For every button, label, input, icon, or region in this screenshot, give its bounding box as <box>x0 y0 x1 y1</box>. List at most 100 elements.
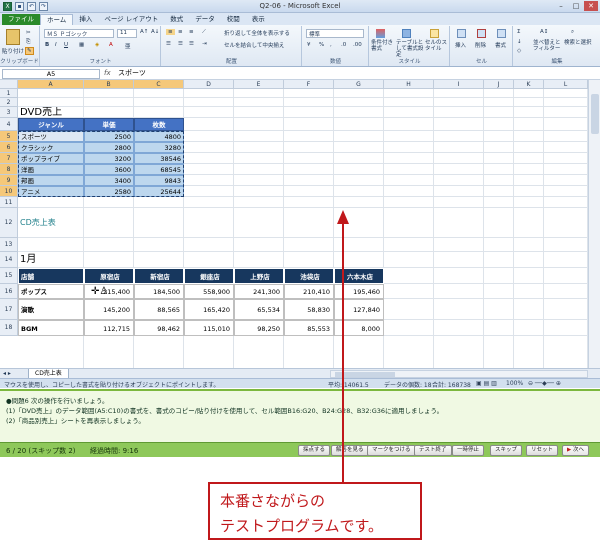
font-color-icon[interactable]: A <box>109 42 113 48</box>
table-format-icon[interactable] <box>402 29 411 38</box>
sort-filter-button[interactable]: 並べ替えとフィルター <box>533 40 561 52</box>
cut-icon[interactable]: ✂ <box>26 30 31 36</box>
align-bottom-icon[interactable]: ≡ <box>189 29 194 35</box>
column-header-c[interactable]: C <box>134 80 184 89</box>
tab-home[interactable]: ホーム <box>40 14 74 25</box>
format-painter-icon[interactable]: ✎ <box>25 47 34 55</box>
row-header-16[interactable]: 16 <box>0 284 18 299</box>
tab-page-layout[interactable]: ページ レイアウト <box>98 14 164 25</box>
cell-style-button[interactable]: セルのスタイル <box>425 40 449 52</box>
autosum-icon[interactable]: Σ <box>517 29 520 35</box>
column-header-l[interactable]: L <box>544 80 588 89</box>
pause-button[interactable]: 一時停止 <box>452 445 485 456</box>
align-middle-icon[interactable]: ≡ <box>178 29 183 35</box>
cd-header-cell[interactable]: 原宿店 <box>84 268 134 284</box>
sheet-nav-icon[interactable]: ◂ ▸ <box>3 370 11 377</box>
row-header-2[interactable]: 2 <box>0 98 18 107</box>
conditional-format-button[interactable]: 条件付き書式 <box>371 40 397 52</box>
merge-center-button[interactable]: セルを結合して中央揃え <box>224 41 284 49</box>
row-header-11[interactable]: 11 <box>0 197 18 208</box>
cd-header-cell[interactable]: 店舗 <box>18 268 84 284</box>
currency-icon[interactable]: ¥ <box>307 42 311 48</box>
cd-cell[interactable]: 58,830 <box>284 299 334 320</box>
row-header-5[interactable]: 5 <box>0 131 18 142</box>
insert-cells-icon[interactable] <box>457 29 466 38</box>
tab-data[interactable]: データ <box>189 14 221 25</box>
number-format-select[interactable]: 標準 <box>306 29 364 38</box>
orientation-icon[interactable]: ⟋ <box>202 29 206 36</box>
align-top-icon[interactable]: ≡ <box>166 29 175 35</box>
row-header-15[interactable]: 15 <box>0 268 18 284</box>
cd-cell[interactable]: BGM <box>18 320 84 336</box>
align-right-icon[interactable]: ☰ <box>189 41 194 47</box>
row-header-3[interactable]: 3 <box>0 107 18 118</box>
decrease-decimal-icon[interactable]: .00 <box>353 42 362 48</box>
fill-color-icon[interactable]: ◈ <box>95 42 99 48</box>
row-header-7[interactable]: 7 <box>0 153 18 164</box>
function-icon[interactable]: fx <box>104 69 111 77</box>
zoom-slider[interactable]: ⊖ ──◆── ⊕ <box>528 380 561 387</box>
column-header-k[interactable]: K <box>514 80 544 89</box>
column-header-j[interactable]: J <box>484 80 514 89</box>
close-button[interactable]: ✕ <box>584 1 598 11</box>
paste-icon[interactable] <box>6 29 20 45</box>
cd-cell[interactable]: 210,410 <box>284 284 334 299</box>
cd-cell[interactable]: 241,300 <box>234 284 284 299</box>
increase-decimal-icon[interactable]: .0 <box>341 42 346 48</box>
row-header-12[interactable]: 12 <box>0 208 18 238</box>
sort-filter-icon[interactable]: A↕ <box>540 29 548 35</box>
delete-cells-button[interactable]: 削除 <box>475 41 486 49</box>
cd-header-cell[interactable]: 池袋店 <box>284 268 334 284</box>
grade-button[interactable]: 採点する <box>298 445 331 456</box>
vertical-scrollbar[interactable] <box>588 80 600 368</box>
column-header-a[interactable]: A <box>18 80 84 89</box>
cd-cell[interactable]: 145,200 <box>84 299 134 320</box>
cd-cell[interactable]: 88,565 <box>134 299 184 320</box>
row-header-13[interactable]: 13 <box>0 238 18 252</box>
end-test-button[interactable]: テスト終了 <box>414 445 452 456</box>
format-cells-button[interactable]: 書式 <box>495 41 506 49</box>
bold-icon[interactable]: B <box>45 42 49 48</box>
fill-icon[interactable]: ↓ <box>517 39 522 45</box>
cd-cell[interactable]: 8,000 <box>334 320 384 336</box>
cd-header-cell[interactable]: 新宿店 <box>134 268 184 284</box>
column-header-g[interactable]: G <box>334 80 384 89</box>
row-header-1[interactable]: 1 <box>0 89 18 98</box>
column-header-e[interactable]: E <box>234 80 284 89</box>
cd-cell[interactable]: 115,010 <box>184 320 234 336</box>
cd-cell[interactable]: 112,715 <box>84 320 134 336</box>
cd-cell[interactable]: 127,840 <box>334 299 384 320</box>
cd-header-cell[interactable]: 上野店 <box>234 268 284 284</box>
underline-icon[interactable]: U <box>64 42 68 48</box>
font-name-select[interactable]: ＭＳ Ｐゴシック <box>44 29 114 38</box>
tab-review[interactable]: 校閲 <box>221 14 246 25</box>
tab-file[interactable]: ファイル <box>2 14 40 25</box>
clear-icon[interactable]: ◇ <box>517 48 521 54</box>
find-select-button[interactable]: 検索と選択 <box>564 40 592 46</box>
delete-cells-icon[interactable] <box>477 29 486 38</box>
tab-formulas[interactable]: 数式 <box>164 14 189 25</box>
cd-cell[interactable]: 165,420 <box>184 299 234 320</box>
formula-input[interactable]: スポーツ <box>118 69 596 79</box>
tab-view[interactable]: 表示 <box>246 14 271 25</box>
mark-button[interactable]: マークをつける <box>367 445 416 456</box>
column-header-i[interactable]: I <box>434 80 484 89</box>
show-answer-button[interactable]: 解答を見る <box>331 445 369 456</box>
align-center-icon[interactable]: ☰ <box>178 41 183 47</box>
borders-icon[interactable]: ▦ <box>79 42 84 48</box>
row-header-10[interactable]: 10 <box>0 186 18 197</box>
cd-cell[interactable]: 558,900 <box>184 284 234 299</box>
conditional-format-icon[interactable] <box>376 29 385 38</box>
row-header-9[interactable]: 9 <box>0 175 18 186</box>
view-buttons-icon[interactable]: ▣ ▤ ▥ <box>476 380 497 387</box>
maximize-button[interactable]: □ <box>569 1 583 11</box>
row-header-14[interactable]: 14 <box>0 252 18 268</box>
column-header-f[interactable]: F <box>284 80 334 89</box>
column-header-b[interactable]: B <box>84 80 134 89</box>
indent-icon[interactable]: ⇥ <box>202 41 207 47</box>
wrap-text-button[interactable]: 折り返して全体を表示する <box>224 29 290 37</box>
cd-cell[interactable]: ポップス <box>18 284 84 299</box>
comma-icon[interactable]: , <box>330 42 332 48</box>
cell-style-icon[interactable] <box>430 29 439 38</box>
percent-icon[interactable]: % <box>319 42 324 48</box>
